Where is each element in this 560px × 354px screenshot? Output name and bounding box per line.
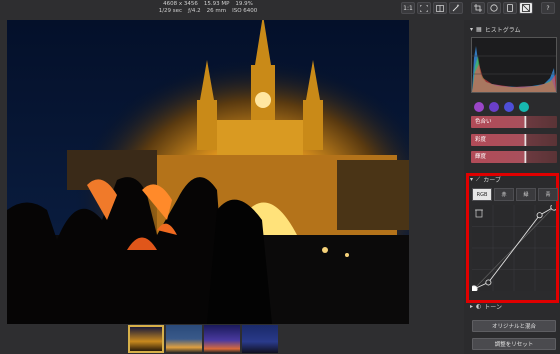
image-dimensions: 4608 x 3456: [163, 1, 198, 7]
zoom-1to1-button[interactable]: 1:1: [401, 2, 415, 14]
iso: ISO 6400: [232, 8, 258, 14]
swatch-blue[interactable]: [504, 102, 514, 112]
thumb-sunset-blue[interactable]: [242, 325, 278, 353]
thumb-basilica-night[interactable]: [128, 325, 164, 353]
tab-blue[interactable]: 青: [538, 188, 558, 201]
adjust-panel-icon[interactable]: [519, 2, 533, 14]
blend-original-button[interactable]: オリジナルと混合: [472, 320, 556, 332]
thumb-night-sky[interactable]: [204, 325, 240, 353]
filmstrip: [128, 325, 278, 353]
image-megapixels: 15.93 MP: [203, 1, 230, 7]
tab-rgb[interactable]: RGB: [472, 188, 492, 201]
saturation-slider[interactable]: 彩度: [471, 134, 557, 146]
curve-graph[interactable]: [470, 203, 558, 293]
swatch-violet[interactable]: [489, 102, 499, 112]
top-toolbar: 1:1 ?: [401, 2, 555, 14]
histogram-graph: [471, 37, 557, 93]
tab-red[interactable]: 赤: [494, 188, 514, 201]
rect-mask-icon[interactable]: [503, 2, 517, 14]
circle-mask-icon[interactable]: [487, 2, 501, 14]
main-photo: [7, 20, 409, 324]
color-swatches: [474, 102, 529, 112]
swatch-purple[interactable]: [474, 102, 484, 112]
magic-wand-icon[interactable]: [449, 2, 463, 14]
curve-control-point: [536, 212, 543, 219]
curve-control-point: [550, 203, 558, 211]
image-info: 4608 x 3456 15.93 MP 19.9% 1/29 sec ƒ/4.…: [128, 1, 288, 15]
trash-icon: [475, 209, 483, 218]
fit-screen-icon[interactable]: [417, 2, 431, 14]
luminance-slider[interactable]: 輝度: [471, 151, 557, 163]
tone-icon: ◐: [476, 303, 482, 310]
reset-adjustments-button[interactable]: 調整をリセット: [472, 338, 556, 350]
zoom-percent: 19.9%: [235, 1, 253, 7]
chevron-right-icon: ▸: [470, 303, 474, 310]
thumb-city-dusk[interactable]: [166, 325, 202, 353]
shutter-speed: 1/29 sec: [158, 8, 183, 14]
swatch-teal[interactable]: [519, 102, 529, 112]
aperture: ƒ/4.2: [188, 8, 201, 14]
help-icon[interactable]: ?: [541, 2, 555, 14]
histogram-title: ヒストグラム: [484, 27, 521, 34]
chevron-down-icon: ▾: [470, 26, 474, 33]
crop-icon[interactable]: [471, 2, 485, 14]
tone-title: トーン: [484, 304, 502, 311]
curve-control-point: [470, 285, 478, 293]
compare-icon[interactable]: [433, 2, 447, 14]
hue-slider[interactable]: 色合い: [471, 116, 557, 128]
tone-header[interactable]: ▸ ◐ トーン: [470, 302, 502, 311]
curve-control-point: [485, 279, 492, 286]
curve-channel-tabs: RGB 赤 緑 青: [472, 188, 558, 201]
tab-green[interactable]: 緑: [516, 188, 536, 201]
focal-length: 26 mm: [206, 8, 227, 14]
histogram-icon: ▦: [476, 26, 482, 33]
histogram-header[interactable]: ▾ ▦ ヒストグラム: [470, 25, 521, 34]
